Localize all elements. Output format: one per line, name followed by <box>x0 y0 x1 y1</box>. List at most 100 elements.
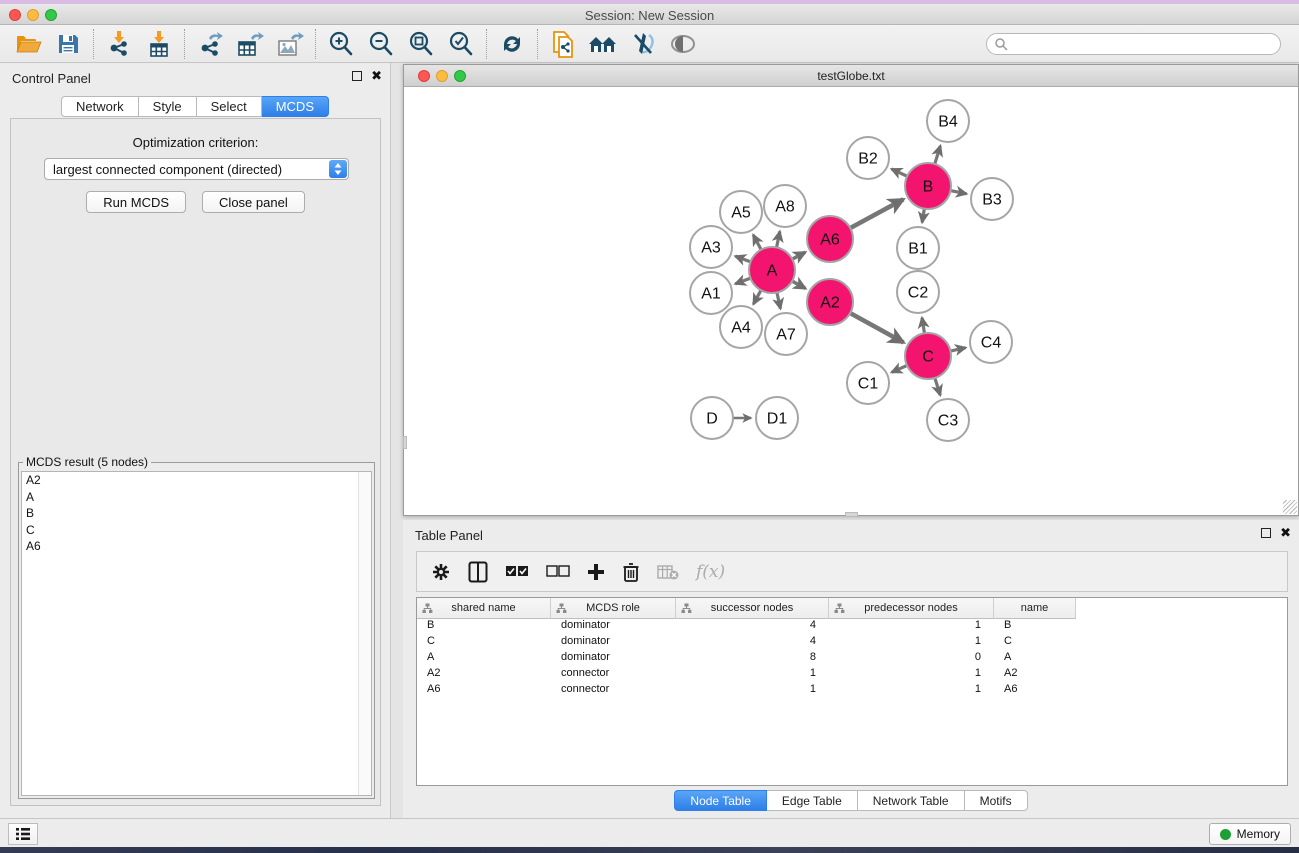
table-cell[interactable]: 1 <box>829 635 994 651</box>
graph-node-C[interactable]: C <box>905 333 951 379</box>
table-cell[interactable]: 4 <box>676 619 829 635</box>
result-list-scrollbar[interactable] <box>358 472 371 795</box>
table-cell[interactable]: C <box>994 635 1076 651</box>
export-table-icon[interactable] <box>230 28 270 60</box>
export-network-icon[interactable] <box>190 28 230 60</box>
graph-node-A[interactable]: A <box>749 247 795 293</box>
tab-select[interactable]: Select <box>197 96 262 117</box>
graph-node-D1[interactable]: D1 <box>756 397 798 439</box>
tab-network-table[interactable]: Network Table <box>858 790 965 811</box>
graph-node-A1[interactable]: A1 <box>690 272 732 314</box>
table-cell[interactable]: connector <box>551 667 676 683</box>
column-header-name[interactable]: name <box>994 598 1076 619</box>
table-float-icon[interactable] <box>1261 528 1271 538</box>
close-panel-icon[interactable]: ✖ <box>371 71 382 81</box>
table-cell[interactable]: 1 <box>829 683 994 699</box>
memory-button[interactable]: Memory <box>1209 823 1291 845</box>
graph-node-A3[interactable]: A3 <box>690 226 732 268</box>
table-cell[interactable]: connector <box>551 683 676 699</box>
zoom-fit-icon[interactable] <box>401 28 441 60</box>
table-cell[interactable]: A <box>994 651 1076 667</box>
graph-node-D[interactable]: D <box>691 397 733 439</box>
network-window-titlebar[interactable]: testGlobe.txt <box>404 65 1298 87</box>
graph-node-A7[interactable]: A7 <box>765 313 807 355</box>
tab-mcds[interactable]: MCDS <box>262 96 329 117</box>
graph-node-B4[interactable]: B4 <box>927 100 969 142</box>
zoom-selected-icon[interactable] <box>441 28 481 60</box>
column-header-MCDS-role[interactable]: MCDS role <box>551 598 676 619</box>
graph-node-B3[interactable]: B3 <box>971 178 1013 220</box>
result-list-item[interactable]: A6 <box>22 538 371 555</box>
tab-motifs[interactable]: Motifs <box>965 790 1028 811</box>
table-cell[interactable]: dominator <box>551 619 676 635</box>
table-cell[interactable]: A2 <box>994 667 1076 683</box>
table-settings-gear-icon[interactable] <box>431 562 451 582</box>
graph-node-C1[interactable]: C1 <box>847 362 889 404</box>
graph-node-B2[interactable]: B2 <box>847 137 889 179</box>
table-cell[interactable]: 0 <box>829 651 994 667</box>
table-row[interactable]: Cdominator41C <box>417 635 1287 651</box>
select-all-columns-icon[interactable] <box>505 565 529 579</box>
graph-node-C4[interactable]: C4 <box>970 321 1012 363</box>
table-cell[interactable]: 1 <box>829 667 994 683</box>
tab-network[interactable]: Network <box>61 96 139 117</box>
close-panel-button[interactable]: Close panel <box>202 191 305 213</box>
unselect-all-columns-icon[interactable] <box>546 565 570 579</box>
column-header-predecessor-nodes[interactable]: predecessor nodes <box>829 598 994 619</box>
table-cell[interactable]: A2 <box>417 667 551 683</box>
delete-table-icon[interactable] <box>657 564 679 580</box>
graph-node-B1[interactable]: B1 <box>897 227 939 269</box>
tab-style[interactable]: Style <box>139 96 197 117</box>
table-row[interactable]: Bdominator41B <box>417 619 1287 635</box>
table-cell[interactable]: 4 <box>676 635 829 651</box>
clone-network-icon[interactable] <box>543 28 583 60</box>
graph-edge-A2-C[interactable] <box>847 311 904 342</box>
table-cell[interactable]: dominator <box>551 651 676 667</box>
table-row[interactable]: Adominator80A <box>417 651 1287 667</box>
graph-node-C2[interactable]: C2 <box>897 271 939 313</box>
mcds-result-list[interactable]: A2ABCA6 <box>21 471 372 796</box>
label-toggle-icon[interactable] <box>623 28 663 60</box>
run-mcds-button[interactable]: Run MCDS <box>86 191 186 213</box>
graph-node-A5[interactable]: A5 <box>720 191 762 233</box>
table-row[interactable]: A6connector11A6 <box>417 683 1287 699</box>
create-column-plus-icon[interactable] <box>587 563 605 581</box>
table-cell[interactable]: C <box>417 635 551 651</box>
window-resize-grip[interactable] <box>1283 500 1297 514</box>
result-list-item[interactable]: A <box>22 489 371 506</box>
graph-node-A2[interactable]: A2 <box>807 279 853 325</box>
graph-node-C3[interactable]: C3 <box>927 399 969 441</box>
criterion-select[interactable]: largest connected component (directed) <box>44 158 349 180</box>
eye-hide-icon[interactable] <box>663 28 703 60</box>
zoom-out-icon[interactable] <box>361 28 401 60</box>
splitpane-handle-bottom[interactable] <box>845 512 858 517</box>
graph-edge-A6-B[interactable] <box>847 199 904 230</box>
search-input[interactable] <box>986 33 1281 55</box>
tab-node-table[interactable]: Node Table <box>674 790 767 811</box>
column-header-successor-nodes[interactable]: successor nodes <box>676 598 829 619</box>
result-list-item[interactable]: A2 <box>22 472 371 489</box>
table-cell[interactable]: 1 <box>676 683 829 699</box>
import-table-icon[interactable] <box>139 28 179 60</box>
result-list-item[interactable]: C <box>22 522 371 539</box>
tab-edge-table[interactable]: Edge Table <box>767 790 858 811</box>
splitpane-handle-left[interactable] <box>403 436 407 449</box>
graph-node-A6[interactable]: A6 <box>807 216 853 262</box>
function-builder-fx[interactable]: f(x) <box>696 562 725 582</box>
zoom-in-icon[interactable] <box>321 28 361 60</box>
result-list-item[interactable]: B <box>22 505 371 522</box>
table-row[interactable]: A2connector11A2 <box>417 667 1287 683</box>
refresh-layout-icon[interactable] <box>492 28 532 60</box>
table-cell[interactable]: 8 <box>676 651 829 667</box>
column-header-shared-name[interactable]: shared name <box>417 598 551 619</box>
table-cell[interactable]: A6 <box>994 683 1076 699</box>
open-file-icon[interactable] <box>8 28 48 60</box>
table-cell[interactable]: dominator <box>551 635 676 651</box>
export-image-icon[interactable] <box>270 28 310 60</box>
home-panels-icon[interactable] <box>583 28 623 60</box>
table-cell[interactable]: 1 <box>829 619 994 635</box>
float-panel-icon[interactable] <box>352 71 362 81</box>
table-close-icon[interactable]: ✖ <box>1280 528 1291 538</box>
graph-node-B[interactable]: B <box>905 163 951 209</box>
delete-column-trash-icon[interactable] <box>622 562 640 582</box>
